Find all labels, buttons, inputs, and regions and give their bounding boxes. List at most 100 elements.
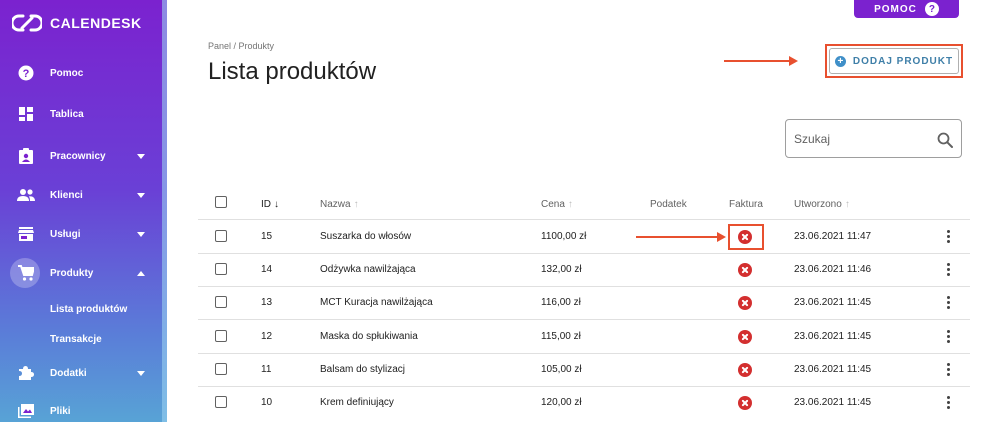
row-checkbox[interactable] xyxy=(215,230,227,242)
column-header-label: Utworzono xyxy=(794,199,842,210)
chevron-down-icon xyxy=(137,370,145,376)
more-actions-icon[interactable] xyxy=(944,296,954,310)
sidebar-item-produkty[interactable]: Produkty xyxy=(0,255,162,291)
column-header-invoice: Faktura xyxy=(729,199,763,210)
annotation-highlight-box xyxy=(728,224,764,250)
add-product-button[interactable]: + DODAJ PRODUKT xyxy=(829,48,959,74)
select-all-checkbox[interactable] xyxy=(215,196,227,208)
sidebar-scrollbar[interactable] xyxy=(162,0,167,422)
plus-circle-icon: + xyxy=(834,55,846,67)
sidebar-item-label: Usługi xyxy=(50,228,81,240)
more-actions-icon[interactable] xyxy=(944,263,954,277)
sidebar-item-pomoc[interactable]: ? Pomoc xyxy=(0,55,162,91)
chevron-down-icon xyxy=(137,231,145,237)
sidebar-item-pliki[interactable]: Pliki xyxy=(0,393,162,429)
column-header-name[interactable]: Nazwa ↑ xyxy=(320,199,359,210)
invoice-disabled-icon xyxy=(738,296,752,310)
search-input[interactable] xyxy=(794,130,924,148)
help-circle-icon: ? xyxy=(17,64,35,82)
row-checkbox[interactable] xyxy=(215,396,227,408)
cell-name: Suszarka do włosów xyxy=(320,231,412,242)
cell-id: 15 xyxy=(261,231,273,242)
column-header-tax: Podatek xyxy=(650,199,687,210)
cell-name: Krem definiujący xyxy=(320,397,394,408)
cell-price: 1100,00 zł xyxy=(541,231,587,242)
column-header-price[interactable]: Cena ↑ xyxy=(541,199,573,210)
sidebar-item-label: Dodatki xyxy=(50,367,87,379)
cell-name: Maska do spłukiwania xyxy=(320,331,418,342)
svg-text:?: ? xyxy=(23,68,30,80)
sidebar-item-pracownicy[interactable]: Pracownicy xyxy=(0,138,162,174)
search-icon[interactable] xyxy=(937,132,953,148)
sidebar-item-klienci[interactable]: Klienci xyxy=(0,177,162,213)
column-header-created[interactable]: Utworzono ↑ xyxy=(794,199,850,210)
invoice-disabled-icon xyxy=(738,363,752,377)
column-header-id[interactable]: ID ↓ xyxy=(261,199,279,210)
cell-price: 116,00 zł xyxy=(541,297,581,308)
arrow-up-icon: ↑ xyxy=(567,199,573,210)
sidebar-item-label: Pomoc xyxy=(50,67,84,79)
cell-price: 105,00 zł xyxy=(541,364,582,375)
cell-created: 23.06.2021 11:45 xyxy=(794,364,872,375)
more-actions-icon[interactable] xyxy=(944,230,954,244)
cell-created: 23.06.2021 11:47 xyxy=(794,231,872,242)
sidebar: CALENDESK ? Pomoc Tablica Pracownicy Kli… xyxy=(0,0,167,422)
row-checkbox[interactable] xyxy=(215,330,227,342)
column-header-label: Podatek xyxy=(650,199,687,210)
row-checkbox[interactable] xyxy=(215,296,227,308)
dashboard-icon xyxy=(17,105,35,123)
table-divider xyxy=(198,386,970,387)
breadcrumb: Panel / Produkty xyxy=(208,41,275,51)
row-checkbox[interactable] xyxy=(215,363,227,375)
row-checkbox[interactable] xyxy=(215,263,227,275)
invoice-disabled-icon xyxy=(738,263,752,277)
app-name: CALENDESK xyxy=(50,15,142,31)
sidebar-subitem-transakcje[interactable]: Transakcje xyxy=(50,334,102,345)
image-icon xyxy=(17,402,35,420)
store-icon xyxy=(17,225,35,243)
sidebar-subitem-lista-produktow[interactable]: Lista produktów xyxy=(50,304,127,315)
arrow-down-icon: ↓ xyxy=(274,199,279,210)
cell-price: 120,00 zł xyxy=(541,397,582,408)
more-actions-icon[interactable] xyxy=(944,330,954,344)
sidebar-item-label: Klienci xyxy=(50,189,83,201)
more-actions-icon[interactable] xyxy=(944,396,954,410)
chevron-down-icon xyxy=(137,153,145,159)
cell-name: Balsam do stylizacj xyxy=(320,364,406,375)
cart-icon xyxy=(17,264,35,282)
app-logo[interactable]: CALENDESK xyxy=(12,12,142,34)
cell-id: 11 xyxy=(261,364,272,375)
sidebar-item-label: Produkty xyxy=(50,267,94,279)
calendesk-logo-icon xyxy=(12,14,42,32)
search-box xyxy=(785,119,962,158)
help-button[interactable]: POMOC ? xyxy=(854,0,959,18)
table-divider xyxy=(198,319,970,320)
sidebar-item-label: Tablica xyxy=(50,108,84,120)
cell-created: 23.06.2021 11:45 xyxy=(794,297,872,308)
page-title: Lista produktów xyxy=(208,58,377,85)
cell-name: MCT Kuracja nawilżająca xyxy=(320,297,433,308)
cell-created: 23.06.2021 11:46 xyxy=(794,264,872,275)
puzzle-icon xyxy=(17,364,35,382)
annotation-arrow-icon xyxy=(724,56,798,66)
table-divider xyxy=(198,286,970,287)
column-header-label: Cena xyxy=(541,199,565,210)
sidebar-item-label: Pracownicy xyxy=(50,150,106,162)
badge-icon xyxy=(17,147,35,165)
cell-created: 23.06.2021 11:45 xyxy=(794,397,872,408)
sidebar-item-dodatki[interactable]: Dodatki xyxy=(0,355,162,391)
column-header-label: Nazwa xyxy=(320,199,351,210)
arrow-up-icon: ↑ xyxy=(353,199,359,210)
sidebar-item-label: Pliki xyxy=(50,405,71,417)
column-header-label: ID xyxy=(261,199,271,210)
add-product-label: DODAJ PRODUKT xyxy=(852,55,954,67)
table-divider xyxy=(198,353,970,354)
cell-name: Odżywka nawilżająca xyxy=(320,264,416,275)
sidebar-item-tablica[interactable]: Tablica xyxy=(0,96,162,132)
cell-id: 12 xyxy=(261,331,273,342)
more-actions-icon[interactable] xyxy=(944,363,954,377)
arrow-up-icon: ↑ xyxy=(844,199,850,210)
sidebar-item-uslugi[interactable]: Usługi xyxy=(0,216,162,252)
question-icon: ? xyxy=(924,2,939,16)
chevron-up-icon xyxy=(137,270,145,276)
